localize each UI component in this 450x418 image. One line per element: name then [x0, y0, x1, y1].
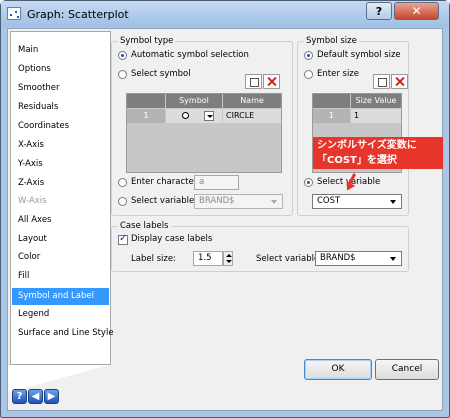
category-list: Main Options Smoother Residuals Coordinates X… [10, 31, 114, 365]
nav-item-symbol-and-label[interactable]: Symbol and Label [12, 288, 109, 305]
label-size-input[interactable]: 1.5 [193, 251, 223, 266]
symbol-grid-corner [127, 94, 165, 108]
chevron-down-icon [271, 200, 277, 204]
default-size-radio[interactable] [304, 51, 313, 60]
nav-item-x-axis[interactable]: X-Axis [12, 137, 109, 154]
new-symbol-button[interactable] [245, 74, 262, 89]
display-case-labels-label: Display case labels [131, 234, 213, 244]
delete-size-button[interactable] [391, 74, 408, 89]
label-size-spinner[interactable] [223, 251, 233, 266]
dialog-client: Main Options Smoother Residuals Coordinates X… [7, 28, 443, 411]
enter-character-label: Enter character [131, 177, 198, 187]
auto-symbol-label: Automatic symbol selection [131, 50, 249, 60]
window-title: Graph: Scatterplot [27, 8, 129, 21]
case-labels-legend: Case labels [118, 221, 171, 231]
annotation-line-1: シンボルサイズ変数に [317, 140, 417, 151]
nav-item-options[interactable]: Options [12, 61, 109, 78]
symbol-grid: Symbol Name 1 CIRCLE [126, 93, 282, 173]
nav-item-layout[interactable]: Layout [12, 231, 109, 248]
name-column-header: Name [223, 94, 281, 108]
select-symbol-radio[interactable] [118, 70, 127, 79]
symbol-size-legend: Symbol size [304, 36, 359, 46]
nav-item-coordinates[interactable]: Coordinates [12, 118, 109, 135]
enter-character-input[interactable]: a [194, 175, 239, 190]
back-icon[interactable]: ◀ [28, 389, 43, 404]
help-icon: ? [375, 4, 383, 18]
select-symbol-label: Select symbol [131, 69, 191, 79]
checkmark-icon: ✓ [119, 233, 128, 244]
symbol-variable-select[interactable]: BRAND$ [194, 194, 283, 209]
symbol-dropdown-icon[interactable] [204, 111, 214, 121]
nav-item-z-axis[interactable]: Z-Axis [12, 175, 109, 192]
default-size-label: Default symbol size [317, 50, 401, 60]
nav-item-residuals[interactable]: Residuals [12, 99, 109, 116]
enter-character-radio[interactable] [118, 178, 127, 187]
display-case-labels-checkbox[interactable]: ✓ [118, 233, 128, 245]
size-value-cell[interactable]: 1 [351, 109, 401, 123]
symbol-variable-radio[interactable] [118, 197, 127, 206]
symbol-type-legend: Symbol type [118, 36, 176, 46]
symbol-variable-value: BRAND$ [199, 196, 235, 206]
case-variable-select[interactable]: BRAND$ [315, 251, 402, 266]
annotation-callout: シンボルサイズ変数に 「COST」を選択 [313, 137, 443, 169]
nav-item-y-axis[interactable]: Y-Axis [12, 156, 109, 173]
symbol-column-header: Symbol [166, 94, 222, 108]
annotation-line-2: 「COST」を選択 [317, 155, 397, 166]
size-grid-corner [313, 94, 350, 108]
circle-symbol-icon [182, 112, 189, 119]
help-title-button[interactable]: ? [366, 2, 392, 20]
close-button[interactable]: ✕ [394, 2, 439, 20]
auto-symbol-radio[interactable] [118, 51, 127, 60]
nav-item-color[interactable]: Color [12, 249, 109, 266]
help-icon[interactable]: ? [12, 389, 27, 404]
label-size-label: Label size: [131, 254, 176, 264]
delete-symbol-button[interactable] [263, 74, 280, 89]
dialog-window: Graph: Scatterplot ? ✕ Main Options Smooth… [0, 0, 450, 418]
size-row-index: 1 [313, 109, 350, 123]
nav-item-legend[interactable]: Legend [12, 306, 109, 323]
enter-size-label: Enter size [317, 69, 359, 79]
enter-size-radio[interactable] [304, 70, 313, 79]
forward-icon[interactable]: ▶ [44, 389, 59, 404]
size-variable-value: COST [317, 196, 341, 206]
nav-item-fill[interactable]: Fill [12, 268, 109, 285]
scatterplot-icon [7, 7, 21, 20]
nav-item-smoother[interactable]: Smoother [12, 80, 109, 97]
new-size-button[interactable] [373, 74, 390, 89]
close-icon: ✕ [411, 4, 422, 18]
size-variable-select[interactable]: COST [312, 194, 402, 209]
size-value-header: Size Value [351, 94, 401, 108]
symbol-name-cell[interactable]: CIRCLE [223, 109, 281, 123]
case-variable-value: BRAND$ [320, 253, 356, 263]
symbol-and-label-panel: Symbol type Automatic symbol selection S… [111, 29, 442, 375]
nav-item-surface-and-line-style[interactable]: Surface and Line Style [12, 325, 114, 342]
chevron-down-icon [390, 200, 396, 204]
title-bar: Graph: Scatterplot ? ✕ [1, 1, 449, 27]
symbol-cell[interactable] [166, 109, 222, 123]
chevron-down-icon [390, 257, 396, 261]
cancel-button[interactable]: Cancel [375, 359, 439, 380]
nav-item-all-axes[interactable]: All Axes [12, 212, 109, 229]
case-variable-label: Select variable: [256, 254, 323, 264]
nav-item-w-axis[interactable]: W-Axis [12, 193, 109, 210]
symbol-row-index: 1 [127, 109, 165, 123]
size-variable-radio[interactable] [304, 178, 313, 187]
nav-item-main[interactable]: Main [12, 42, 109, 59]
symbol-variable-label: Select variable [131, 196, 195, 206]
ok-button[interactable]: OK [304, 359, 372, 380]
